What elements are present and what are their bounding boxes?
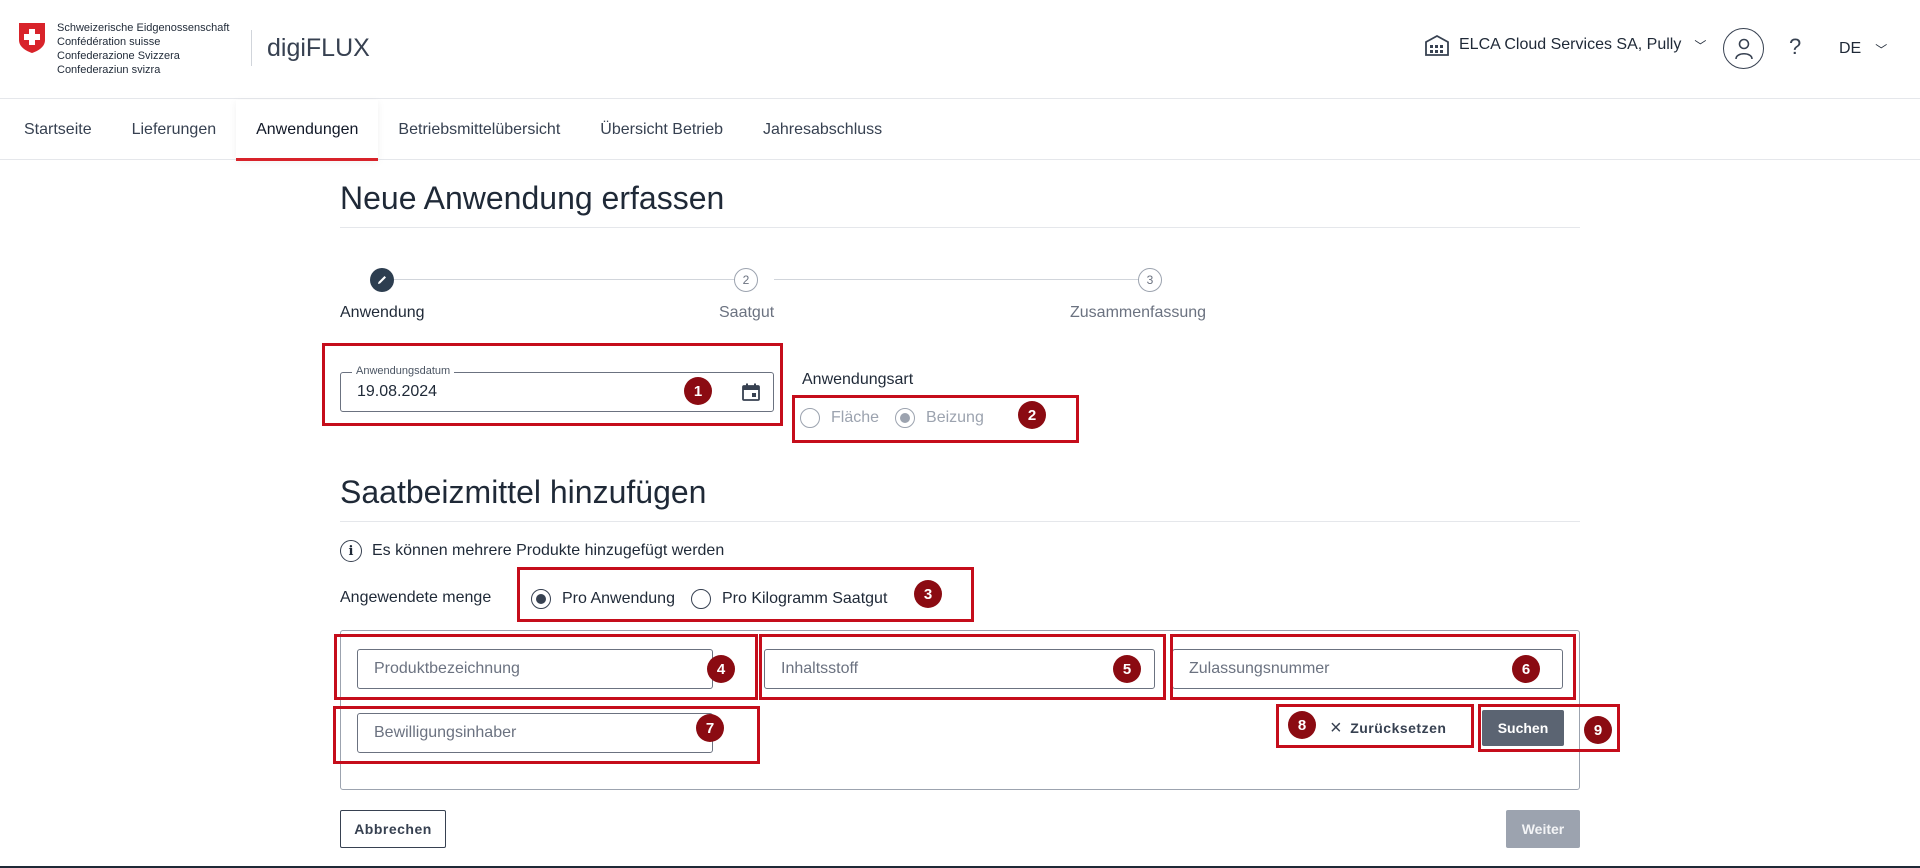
language-selector[interactable]: DE ﹀ [1839, 40, 1887, 58]
amount-radio-group: Pro Anwendung Pro Kilogramm Saatgut [531, 589, 903, 609]
radio-pro-anwendung[interactable] [531, 589, 551, 609]
app-header: Schweizerische Eidgenossenschaft Confédé… [0, 0, 1920, 99]
language-label: DE [1839, 40, 1862, 57]
radio-pro-kilogramm-saatgut[interactable] [690, 589, 711, 609]
approval-number-input[interactable] [1172, 649, 1563, 689]
annotation-badge-1: 1 [684, 377, 712, 405]
info-text: Es können mehrere Produkte hinzugefügt w… [372, 542, 725, 559]
chevron-down-icon: ﹀ [1694, 38, 1707, 53]
user-account-button[interactable] [1723, 28, 1764, 69]
info-message: i Es können mehrere Produkte hinzugefügt… [340, 540, 724, 562]
main-navigation: Startseite Lieferungen Anwendungen Betri… [0, 100, 1920, 161]
cancel-button[interactable]: Abbrechen [340, 810, 446, 848]
active-substance-input[interactable] [764, 649, 1155, 689]
annotation-badge-9: 9 [1584, 716, 1612, 744]
confederation-text: Schweizerische Eidgenossenschaft Confédé… [57, 21, 229, 77]
organization-name: ELCA Cloud Services SA, Pully [1459, 36, 1682, 53]
step-1-label: Anwendung [340, 304, 425, 321]
page-title: Neue Anwendung erfassen [340, 180, 725, 216]
confederation-line: Schweizerische Eidgenossenschaft [57, 22, 230, 34]
radio-pro-kilogramm-saatgut-label: Pro Kilogramm Saatgut [721, 590, 888, 607]
confederation-line: Confederazione Svizzera [57, 50, 180, 62]
chevron-down-icon: ﹀ [1875, 42, 1888, 57]
application-type-label: Anwendungsart [802, 371, 914, 388]
license-holder-input[interactable] [357, 713, 713, 753]
annotation-badge-8: 8 [1288, 711, 1316, 739]
section-divider [340, 521, 1580, 522]
user-icon [1734, 38, 1753, 59]
stepper-line [374, 279, 756, 280]
radio-beizung-label: Beizung [926, 409, 984, 426]
confederation-line: Confederaziun svizra [57, 64, 161, 76]
swiss-coat-of-arms-icon [19, 23, 45, 53]
header-divider [251, 30, 252, 66]
nav-item-uebersicht-betrieb[interactable]: Übersicht Betrieb [580, 100, 743, 160]
nav-item-lieferungen[interactable]: Lieferungen [112, 100, 237, 160]
reset-button[interactable]: × Zurücksetzen [1330, 716, 1446, 740]
reset-label: Zurücksetzen [1350, 720, 1447, 736]
close-icon: × [1330, 716, 1343, 739]
radio-beizung[interactable] [895, 408, 916, 428]
step-2-indicator: 2 [734, 268, 758, 292]
stepper-line [774, 279, 1148, 280]
annotation-badge-2: 2 [1018, 401, 1046, 429]
section-title: Saatbeizmittel hinzufügen [340, 474, 707, 510]
farm-building-icon [1425, 34, 1449, 56]
info-icon: i [340, 540, 362, 562]
nav-item-anwendungen[interactable]: Anwendungen [236, 100, 379, 161]
product-name-input[interactable] [357, 649, 713, 689]
step-3-label: Zusammenfassung [1070, 304, 1207, 321]
radio-flaeche-label: Fläche [831, 409, 880, 426]
annotation-badge-4: 4 [707, 655, 735, 683]
nav-item-jahresabschluss[interactable]: Jahresabschluss [743, 100, 902, 160]
nav-item-betriebsmitteluebersicht[interactable]: Betriebsmittelübersicht [378, 100, 580, 160]
amount-label: Angewendete menge [340, 589, 492, 606]
nav-item-startseite[interactable]: Startseite [0, 100, 112, 160]
pencil-icon [378, 276, 386, 284]
application-date-value: 19.08.2024 [357, 383, 438, 400]
annotation-badge-7: 7 [696, 714, 724, 742]
stepper: 2 3 Anwendung Saatgut Zusammenfassung [340, 268, 1240, 328]
radio-flaeche[interactable] [800, 408, 820, 428]
step-2-label: Saatgut [719, 304, 775, 321]
title-divider [340, 227, 1580, 228]
app-name[interactable]: digiFLUX [267, 34, 370, 63]
next-button[interactable]: Weiter [1506, 810, 1580, 848]
annotation-badge-6: 6 [1512, 655, 1540, 683]
application-date-label: Anwendungsdatum [352, 365, 455, 377]
search-button[interactable]: Suchen [1482, 710, 1564, 746]
step-1-edit-icon [370, 268, 394, 292]
calendar-icon[interactable] [741, 382, 761, 402]
confederation-line: Confédération suisse [57, 36, 161, 48]
annotation-badge-3: 3 [914, 580, 942, 608]
help-button[interactable]: ? [1789, 34, 1801, 60]
radio-pro-anwendung-label: Pro Anwendung [562, 590, 675, 607]
step-3-indicator: 3 [1138, 268, 1162, 292]
organization-selector[interactable]: ELCA Cloud Services SA, Pully ﹀ [1424, 34, 1706, 56]
application-type-radio-group: Fläche Beizung [800, 408, 1000, 428]
annotation-badge-5: 5 [1113, 655, 1141, 683]
